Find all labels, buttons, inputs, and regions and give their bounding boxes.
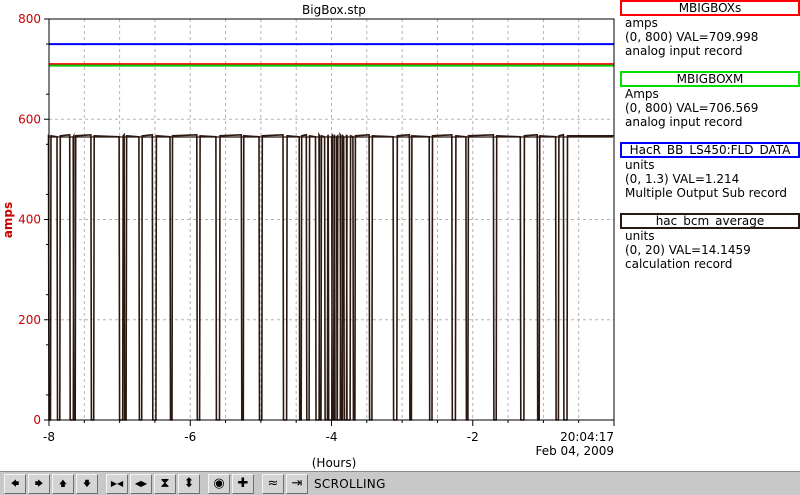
legend-item-units: amps [625, 16, 658, 30]
zoom-in-x-icon: ▶◀ [110, 478, 124, 488]
pan-left-icon: 🡄 [10, 478, 20, 488]
record-button[interactable]: ◉ [208, 473, 230, 494]
legend-item-units: units [625, 158, 655, 172]
y-tick-label: 400 [18, 213, 41, 227]
legend-item-range-val: (0, 20) VAL=14.1459 [625, 243, 751, 257]
legend-item-units: units [625, 229, 655, 243]
legend-item-units: Amps [625, 87, 659, 101]
zoom-in-y-icon: ⧗ [160, 475, 170, 491]
legend-spacer [620, 271, 800, 284]
toolbar: 🡄 🡆 🡅 🡇 ▶◀ ◀▶ ⧗ ⬍ ◉ ✚ ≈ ⇥ SCROLLING [0, 471, 800, 495]
legend-item-rtype: analog input record [625, 115, 743, 129]
legend-item-name[interactable]: HacR_BB_LS450:FLD_DATA [620, 142, 800, 158]
y-tick-label: 0 [33, 413, 41, 427]
x-axis-label: (Hours) [312, 456, 357, 470]
pan-up-button[interactable]: 🡅 [52, 473, 74, 494]
legend-panel: MBIGBOXs amps (0, 800) VAL=709.998 analog i… [620, 0, 800, 284]
scroll-to-now-button[interactable]: ⇥ [286, 473, 308, 494]
legend-spacer [620, 200, 800, 213]
pan-up-icon: 🡅 [58, 478, 68, 488]
zoom-out-y-icon: ⬍ [183, 475, 195, 491]
zoom-out-y-button[interactable]: ⬍ [178, 473, 200, 494]
legend-item-range-val: (0, 800) VAL=706.569 [625, 101, 759, 115]
legend-item-range-val: (0, 1.3) VAL=1.214 [625, 172, 740, 186]
date-label: Feb 04, 2009 [536, 444, 615, 458]
status-text: SCROLLING [314, 476, 386, 491]
toolbar-buttons: 🡄 🡆 🡅 🡇 ▶◀ ◀▶ ⧗ ⬍ ◉ ✚ ≈ ⇥ [4, 473, 310, 494]
pan-left-button[interactable]: 🡄 [4, 473, 26, 494]
y-tick-label: 600 [18, 112, 41, 126]
pan-right-icon: 🡆 [34, 478, 44, 488]
legend-item[interactable]: HacR_BB_LS450:FLD_DATA units (0, 1.3) VAL=… [620, 142, 800, 213]
pan-right-button[interactable]: 🡆 [28, 473, 50, 494]
zoom-in-y-button[interactable]: ⧗ [154, 473, 176, 494]
y-tick-label: 800 [18, 12, 41, 26]
autoscale-button[interactable]: ≈ [262, 473, 284, 494]
x-tick-label: -2 [467, 430, 479, 444]
legend-spacer [620, 129, 800, 142]
legend-item-rtype: Multiple Output Sub record [625, 186, 787, 200]
legend-item[interactable]: MBIGBOXM Amps (0, 800) VAL=706.569 analog i… [620, 71, 800, 142]
legend-item[interactable]: MBIGBOXs amps (0, 800) VAL=709.998 analog i… [620, 0, 800, 71]
x-tick-label: -6 [184, 430, 196, 444]
add-icon: ✚ [237, 475, 249, 491]
legend-item-rtype: analog input record [625, 44, 743, 58]
autoscale-icon: ≈ [267, 475, 279, 491]
y-axis-label: amps [1, 202, 15, 238]
plot-series [47, 43, 614, 421]
record-icon: ◉ [213, 475, 225, 491]
zoom-in-x-button[interactable]: ▶◀ [106, 473, 128, 494]
legend-item-name[interactable]: MBIGBOXs [620, 0, 800, 16]
zoom-out-x-button[interactable]: ◀▶ [130, 473, 152, 494]
series-line-hac-bcm-average [47, 131, 614, 421]
time-label: 20:04:17 [560, 430, 614, 444]
legend-item-range-val: (0, 800) VAL=709.998 [625, 30, 759, 44]
add-button[interactable]: ✚ [232, 473, 254, 494]
legend-item-name[interactable]: hac_bcm_average [620, 213, 800, 229]
pan-down-icon: 🡇 [82, 478, 92, 488]
legend-item[interactable]: hac_bcm_average units (0, 20) VAL=14.1459 c… [620, 213, 800, 284]
legend-item-rtype: calculation record [625, 257, 733, 271]
legend-item-name[interactable]: MBIGBOXM [620, 71, 800, 87]
zoom-out-x-icon: ◀▶ [134, 478, 148, 488]
y-tick-label: 200 [18, 313, 41, 327]
scroll-to-now-icon: ⇥ [291, 475, 303, 491]
pan-down-button[interactable]: 🡇 [76, 473, 98, 494]
x-tick-label: -4 [326, 430, 338, 444]
x-tick-label: -8 [43, 430, 55, 444]
legend-spacer [620, 58, 800, 71]
plot-title: BigBox.stp [302, 3, 366, 17]
